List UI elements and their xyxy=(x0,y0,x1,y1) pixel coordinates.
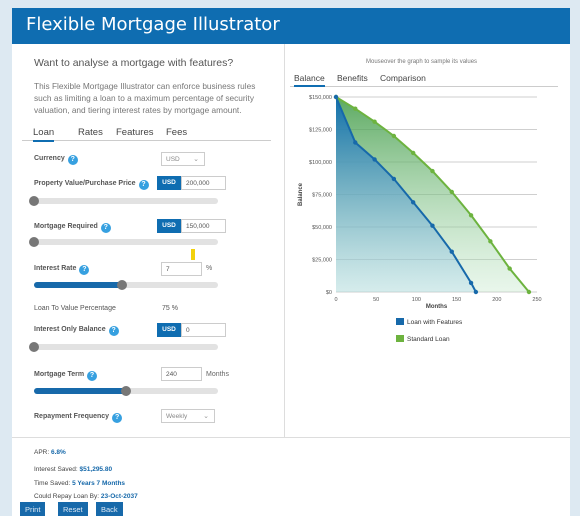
time-saved-row: Time Saved: 5 Years 7 Months xyxy=(34,480,125,487)
rate-label: Interest Rate? xyxy=(34,265,90,275)
time-saved-value: 5 Years 7 Months xyxy=(72,480,126,487)
rate-input[interactable]: 7 xyxy=(161,262,202,276)
app-header: Flexible Mortgage Illustrator xyxy=(12,8,570,44)
chart-tab-underline xyxy=(290,86,558,87)
currency-label: Currency? xyxy=(34,155,78,165)
help-icon[interactable]: ? xyxy=(87,371,98,381)
ltv-value: 75 % xyxy=(162,305,178,312)
freq-select-value: Weekly xyxy=(166,413,188,420)
io-label: Interest Only Balance? xyxy=(34,326,119,336)
io-label-text: Interest Only Balance xyxy=(34,326,106,333)
help-icon[interactable]: ? xyxy=(100,223,111,233)
interest-saved-label: Interest Saved: xyxy=(34,466,78,473)
intro-description: This Flexible Mortgage Illustrator can e… xyxy=(34,81,256,115)
tab-benefits[interactable]: Benefits xyxy=(337,73,368,83)
mortgage-label: Mortgage Required? xyxy=(34,223,111,233)
help-icon[interactable]: ? xyxy=(67,155,78,165)
tab-underline xyxy=(22,140,271,141)
rate-slider[interactable] xyxy=(34,280,218,290)
property-slider-knob[interactable] xyxy=(29,196,39,206)
reset-button[interactable]: Reset xyxy=(58,502,88,516)
property-label: Property Value/Purchase Price? xyxy=(34,180,149,190)
io-slider[interactable] xyxy=(29,342,218,352)
panel-divider xyxy=(284,44,285,437)
rate-limit-marker xyxy=(191,249,195,260)
apr-row: APR: 6.8% xyxy=(34,449,66,456)
io-value-input[interactable]: 0 xyxy=(181,323,226,337)
chart-hint: Mouseover the graph to sample its values xyxy=(366,59,478,65)
freq-label-text: Repayment Frequency xyxy=(34,413,110,420)
term-label-text: Mortgage Term xyxy=(34,371,85,378)
term-label: Mortgage Term? xyxy=(34,371,98,381)
rate-slider-fill xyxy=(34,282,123,288)
tab-loan[interactable]: Loan xyxy=(33,127,55,142)
summary-divider xyxy=(12,437,570,438)
apr-label: APR: xyxy=(34,449,50,456)
mortgage-currency-badge: USD xyxy=(157,219,181,233)
mortgage-value-input[interactable]: 150,000 xyxy=(181,219,226,233)
tab-rates[interactable]: Rates xyxy=(78,127,103,138)
term-slider-fill xyxy=(34,388,126,394)
property-currency-badge: USD xyxy=(157,176,181,190)
rate-unit: % xyxy=(206,265,213,272)
chevron-down-icon: ⌄ xyxy=(193,156,199,163)
chevron-down-icon: ⌄ xyxy=(203,413,209,420)
app-title: Flexible Mortgage Illustrator xyxy=(26,14,280,35)
apr-value: 6.8% xyxy=(50,449,66,456)
interest-saved-row: Interest Saved: $51,295.80 xyxy=(34,466,112,473)
print-button[interactable]: Print xyxy=(20,502,46,516)
intro-question: Want to analyse a mortgage with features… xyxy=(34,57,234,69)
mortgage-label-text: Mortgage Required xyxy=(34,223,98,230)
freq-select[interactable]: Weekly ⌄ xyxy=(161,409,215,423)
term-input[interactable]: 240 xyxy=(161,367,202,381)
property-label-text: Property Value/Purchase Price xyxy=(34,180,136,187)
property-value-input[interactable]: 200,000 xyxy=(181,176,226,190)
interest-saved-value: $51,295.80 xyxy=(79,466,113,473)
property-slider[interactable] xyxy=(29,196,218,206)
currency-select-value: USD xyxy=(166,156,180,163)
help-icon[interactable]: ? xyxy=(79,265,90,275)
rate-label-text: Interest Rate xyxy=(34,265,77,272)
freq-label: Repayment Frequency? xyxy=(34,413,123,423)
repay-by-label: Could Repay Loan By: xyxy=(34,493,100,500)
tab-balance[interactable]: Balance xyxy=(294,73,325,87)
back-button[interactable]: Back xyxy=(96,502,123,516)
repay-by-row: Could Repay Loan By: 23-Oct-2037 xyxy=(34,493,138,500)
term-slider-knob[interactable] xyxy=(121,386,131,396)
help-icon[interactable]: ? xyxy=(138,180,149,190)
mortgage-slider-knob[interactable] xyxy=(29,237,39,247)
currency-select[interactable]: USD ⌄ xyxy=(161,152,205,166)
tab-features[interactable]: Features xyxy=(116,127,154,138)
tab-comparison[interactable]: Comparison xyxy=(380,73,426,83)
tab-fees[interactable]: Fees xyxy=(166,127,187,138)
ltv-label: Loan To Value Percentage xyxy=(34,305,116,312)
term-slider[interactable] xyxy=(34,386,218,396)
help-icon[interactable]: ? xyxy=(112,413,123,423)
currency-label-text: Currency xyxy=(34,155,65,162)
help-icon[interactable]: ? xyxy=(108,326,119,336)
term-unit: Months xyxy=(206,371,229,378)
io-slider-knob[interactable] xyxy=(29,342,39,352)
time-saved-label: Time Saved: xyxy=(34,480,71,487)
io-currency-badge: USD xyxy=(157,323,181,337)
mortgage-slider[interactable] xyxy=(29,237,218,247)
repay-by-value: 23-Oct-2037 xyxy=(100,493,138,500)
